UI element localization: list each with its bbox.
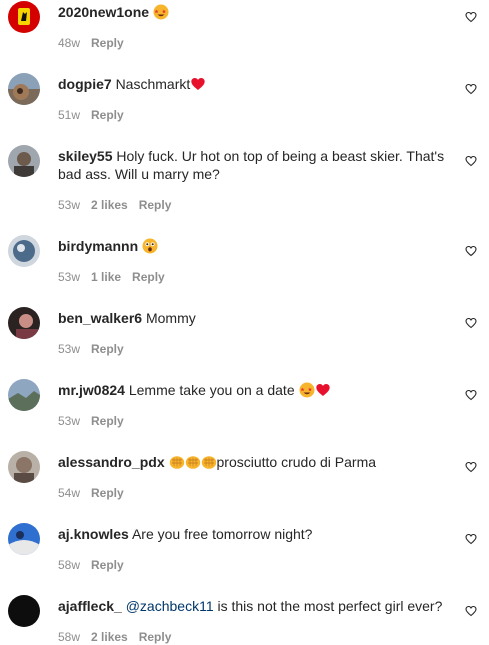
avatar[interactable] xyxy=(8,451,40,483)
comment-body: 2020new1one xyxy=(58,3,455,21)
heart-outline-icon[interactable] xyxy=(465,245,477,257)
heart-outline-icon[interactable] xyxy=(465,605,477,617)
comment-meta: 53w 1 like Reply xyxy=(58,269,176,285)
reply-button[interactable]: Reply xyxy=(91,414,124,428)
reply-button[interactable]: Reply xyxy=(139,198,172,212)
likes-count[interactable]: 2 likes xyxy=(91,198,128,212)
avatar[interactable] xyxy=(8,145,40,177)
avatar[interactable] xyxy=(8,595,40,627)
comment-time: 48w xyxy=(58,36,81,50)
comment-meta: 53w Reply xyxy=(58,341,135,357)
red-heart-emoji-icon xyxy=(315,382,331,398)
reply-button[interactable]: Reply xyxy=(132,270,165,284)
comment-text: Naschmarkt xyxy=(115,76,191,92)
oncoming-fist-emoji-icon xyxy=(201,454,217,470)
comment-username[interactable]: 2020new1one xyxy=(58,4,149,20)
comment-time: 53w xyxy=(58,342,81,356)
reply-button[interactable]: Reply xyxy=(139,630,172,644)
comment-meta: 48w Reply xyxy=(58,35,135,51)
avatar[interactable] xyxy=(8,307,40,339)
heart-outline-icon[interactable] xyxy=(465,533,477,545)
heart-outline-icon[interactable] xyxy=(465,317,477,329)
comment-time: 58w xyxy=(58,630,81,644)
star-struck-emoji-icon xyxy=(299,382,315,398)
comment-text: Are you free tomorrow night? xyxy=(131,526,313,542)
comment-time: 58w xyxy=(58,558,81,572)
star-struck-emoji-icon xyxy=(153,4,169,20)
heart-outline-icon[interactable] xyxy=(465,11,477,23)
avatar[interactable] xyxy=(8,379,40,411)
comment-body: dogpie7 Naschmarkt xyxy=(58,75,455,93)
heart-outline-icon[interactable] xyxy=(465,461,477,473)
avatar[interactable] xyxy=(8,1,40,33)
comment-body: ben_walker6 Mommy xyxy=(58,309,455,327)
comment-time: 51w xyxy=(58,108,81,122)
comment-body: birdymannn xyxy=(58,237,455,255)
reply-button[interactable]: Reply xyxy=(91,108,124,122)
avatar[interactable] xyxy=(8,73,40,105)
mention-link[interactable]: @zachbeck11 xyxy=(126,598,214,614)
likes-count[interactable]: 1 like xyxy=(91,270,121,284)
comment-text: Mommy xyxy=(145,310,196,326)
avatar[interactable] xyxy=(8,235,40,267)
comment-username[interactable]: alessandro_pdx xyxy=(58,454,165,470)
comment-username[interactable]: ben_walker6 xyxy=(58,310,142,326)
heart-outline-icon[interactable] xyxy=(465,389,477,401)
comment-meta: 51w Reply xyxy=(58,107,135,123)
likes-count[interactable]: 2 likes xyxy=(91,630,128,644)
comment-text: is this not the most perfect girl ever? xyxy=(217,598,443,614)
comment-username[interactable]: dogpie7 xyxy=(58,76,112,92)
reply-button[interactable]: Reply xyxy=(91,486,124,500)
comment-time: 54w xyxy=(58,486,81,500)
comment-username[interactable]: aj.knowles xyxy=(58,526,129,542)
reply-button[interactable]: Reply xyxy=(91,558,124,572)
comment-username[interactable]: ajaffleck_ xyxy=(58,598,122,614)
comment-text: Holy fuck. Ur hot on top of being a beas… xyxy=(58,148,445,182)
comment-text: prosciutto crudo di Parma xyxy=(216,454,377,470)
heart-outline-icon[interactable] xyxy=(465,83,477,95)
avatar[interactable] xyxy=(8,523,40,555)
oncoming-fist-emoji-icon xyxy=(185,454,201,470)
comment-body: ajaffleck_ @zachbeck11 is this not the m… xyxy=(58,597,455,615)
comment-text: Lemme take you on a date xyxy=(128,382,295,398)
heart-outline-icon[interactable] xyxy=(465,155,477,167)
comment-username[interactable]: birdymannn xyxy=(58,238,138,254)
oncoming-fist-emoji-icon xyxy=(169,454,185,470)
red-heart-emoji-icon xyxy=(190,76,206,92)
comment-body: skiley55 Holy fuck. Ur hot on top of bei… xyxy=(58,147,455,183)
comment-body: aj.knowles Are you free tomorrow night? xyxy=(58,525,455,543)
reply-button[interactable]: Reply xyxy=(91,36,124,50)
comment-body: mr.jw0824 Lemme take you on a date xyxy=(58,381,455,399)
astonished-face-emoji-icon xyxy=(142,238,158,254)
comment-meta: 58w 2 likes Reply xyxy=(58,629,182,645)
reply-button[interactable]: Reply xyxy=(91,342,124,356)
comment-username[interactable]: mr.jw0824 xyxy=(58,382,125,398)
comment-meta: 54w Reply xyxy=(58,485,135,501)
comment-meta: 58w Reply xyxy=(58,557,135,573)
comment-time: 53w xyxy=(58,414,81,428)
comment-time: 53w xyxy=(58,270,81,284)
comment-username[interactable]: skiley55 xyxy=(58,148,113,164)
comment-time: 53w xyxy=(58,198,81,212)
comment-body: alessandro_pdx prosciutto crudo di Parma xyxy=(58,453,455,471)
comment-meta: 53w 2 likes Reply xyxy=(58,197,182,213)
comment-meta: 53w Reply xyxy=(58,413,135,429)
